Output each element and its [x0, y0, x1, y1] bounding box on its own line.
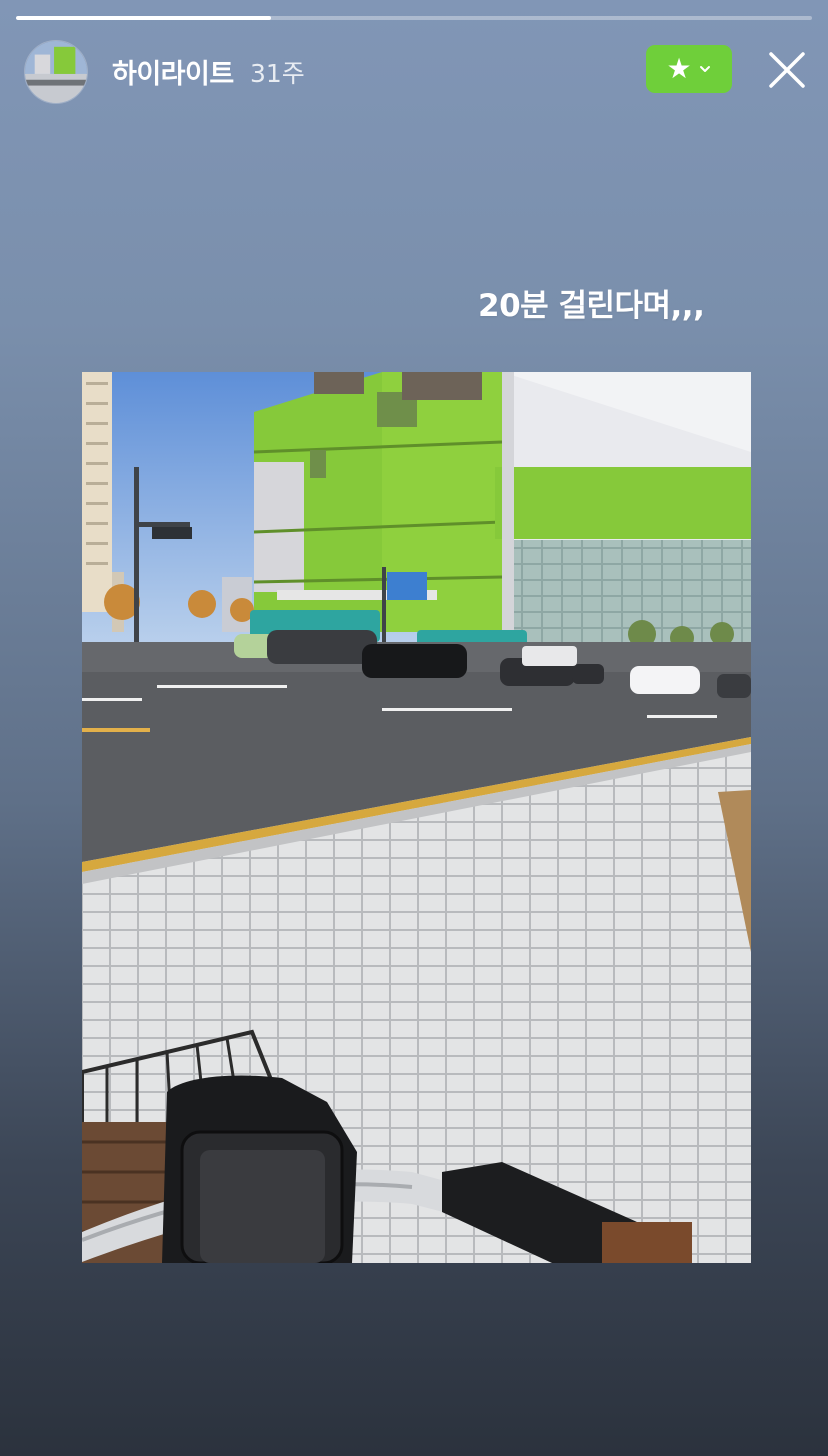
story-header: 하이라이트 31주 ★ — [0, 36, 828, 106]
story-photo[interactable] — [82, 372, 751, 1263]
story-progress-fill — [16, 16, 271, 20]
story-username[interactable]: 하이라이트 — [112, 52, 234, 91]
story-caption: 20분 걸린다며,,, — [478, 288, 705, 324]
close-icon — [769, 52, 805, 88]
story-progress-bar — [16, 16, 812, 20]
close-button[interactable] — [766, 49, 808, 91]
story-timestamp: 31주 — [250, 59, 305, 88]
avatar[interactable] — [24, 40, 88, 104]
star-icon: ★ — [666, 52, 692, 85]
chevron-down-icon — [699, 66, 710, 72]
close-friends-button[interactable]: ★ — [646, 45, 732, 93]
